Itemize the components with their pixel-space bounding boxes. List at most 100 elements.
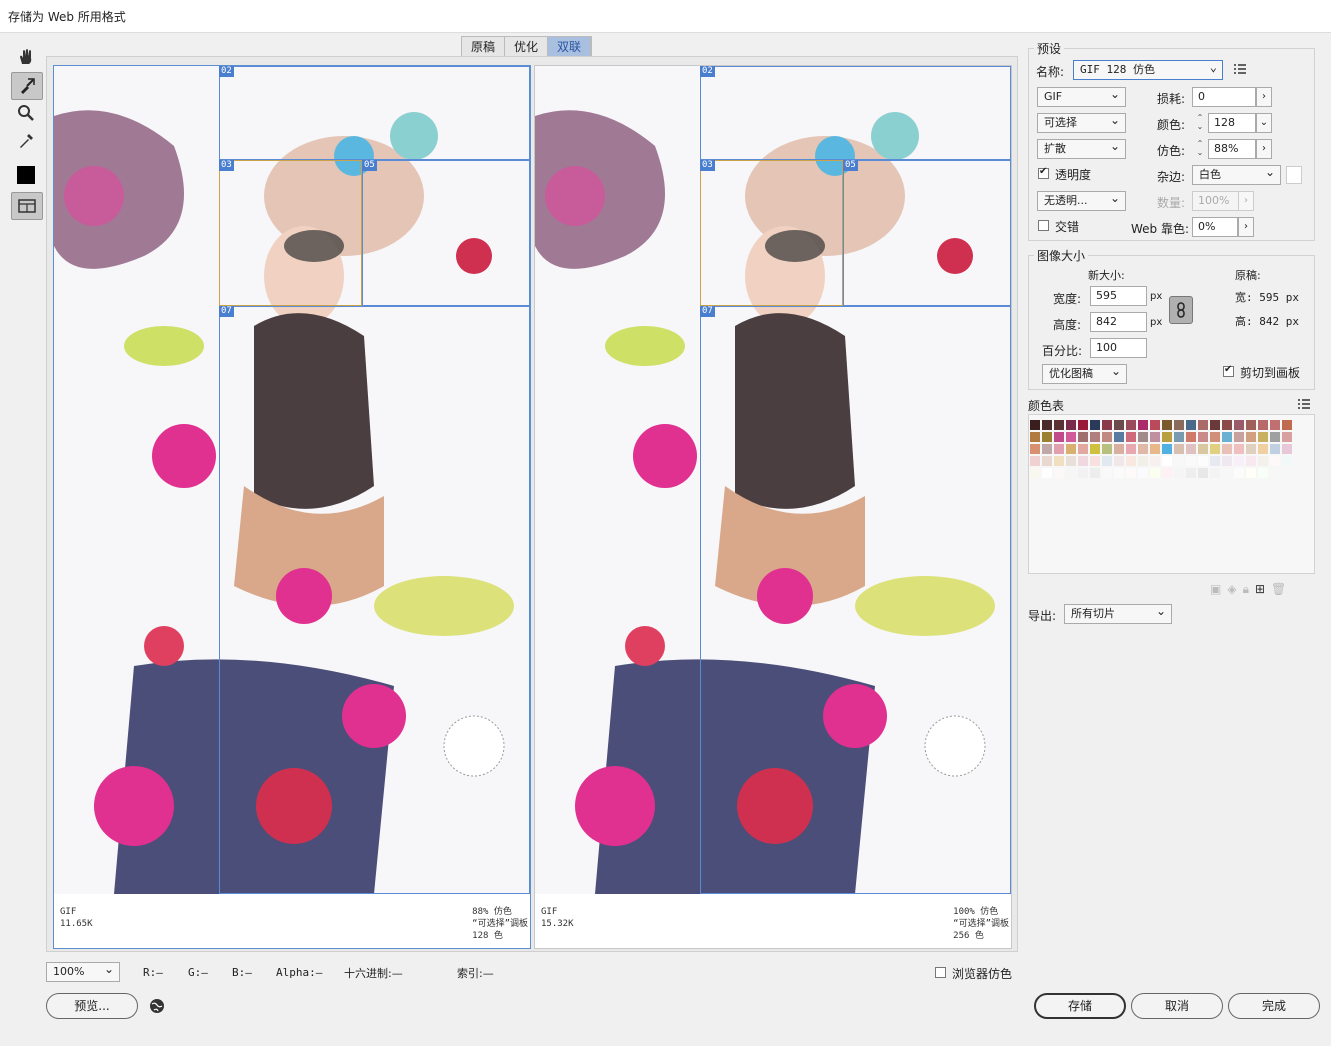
color-swatch[interactable] — [1246, 468, 1256, 478]
color-swatch[interactable] — [1174, 420, 1184, 430]
color-swatch[interactable] — [1030, 456, 1040, 466]
dither-spinner-icon[interactable]: ⌃ ⌄ — [1194, 139, 1206, 159]
color-swatch[interactable] — [1102, 468, 1112, 478]
color-swatch[interactable] — [1186, 456, 1196, 466]
color-swatch[interactable] — [1258, 456, 1268, 466]
color-swatch[interactable] — [1126, 444, 1136, 454]
transparency-dither-select[interactable]: 无透明... — [1037, 191, 1126, 211]
color-swatch[interactable] — [1090, 444, 1100, 454]
color-swatch[interactable] — [1210, 432, 1220, 442]
color-swatch[interactable] — [1066, 444, 1076, 454]
slice-03[interactable]: 03 — [700, 160, 843, 306]
color-swatch[interactable] — [1246, 420, 1256, 430]
slice-02[interactable]: 02 — [219, 66, 530, 160]
quality-select[interactable]: 优化图稿 — [1042, 364, 1127, 384]
color-swatch[interactable] — [1102, 432, 1112, 442]
color-swatch[interactable] — [1042, 468, 1052, 478]
color-swatch[interactable] — [1234, 432, 1244, 442]
color-swatch[interactable] — [1210, 468, 1220, 478]
color-swatch[interactable] — [1198, 468, 1208, 478]
color-swatch[interactable] — [1270, 456, 1280, 466]
color-swatch[interactable] — [1138, 444, 1148, 454]
color-swatch[interactable] — [1198, 420, 1208, 430]
color-swatch[interactable] — [1042, 444, 1052, 454]
color-swatch[interactable] — [1270, 444, 1280, 454]
dither-algo-select[interactable]: 扩散 — [1037, 139, 1126, 159]
color-swatch[interactable] — [1138, 456, 1148, 466]
color-swatch[interactable] — [1090, 432, 1100, 442]
dither-arrow-icon[interactable]: › — [1256, 139, 1272, 159]
color-swatch[interactable] — [1174, 468, 1184, 478]
color-swatch[interactable] — [1258, 444, 1268, 454]
color-swatch[interactable] — [1030, 444, 1040, 454]
width-field[interactable]: 595 — [1090, 286, 1147, 306]
color-swatch[interactable] — [1054, 468, 1064, 478]
slice-05[interactable]: 05 — [843, 160, 1011, 306]
height-field[interactable]: 842 — [1090, 312, 1147, 332]
color-swatch[interactable] — [1282, 444, 1292, 454]
color-swatch-icon[interactable] — [11, 162, 41, 188]
color-swatch[interactable] — [1090, 468, 1100, 478]
color-swatch[interactable] — [1246, 444, 1256, 454]
color-swatch[interactable] — [1090, 456, 1100, 466]
color-swatch[interactable] — [1066, 432, 1076, 442]
matte-select[interactable]: 白色 — [1192, 165, 1281, 185]
hand-icon[interactable] — [11, 44, 41, 70]
color-swatch[interactable] — [1042, 456, 1052, 466]
color-swatch[interactable] — [1030, 432, 1040, 442]
color-swatch[interactable] — [1222, 444, 1232, 454]
web-shift-icon[interactable]: ◈ — [1227, 582, 1236, 597]
preset-menu-icon[interactable] — [1233, 63, 1247, 78]
color-swatch[interactable] — [1114, 468, 1124, 478]
color-swatch[interactable] — [1234, 468, 1244, 478]
lock-color-icon[interactable]: 🔒︎ — [1243, 582, 1249, 597]
link-icon[interactable] — [1169, 296, 1193, 324]
colors-dropdown-icon[interactable]: ⌄ — [1256, 113, 1272, 133]
color-swatch[interactable] — [1150, 420, 1160, 430]
tab-2up[interactable]: 双联 — [548, 37, 592, 58]
color-swatch[interactable] — [1258, 420, 1268, 430]
color-swatch[interactable] — [1030, 420, 1040, 430]
color-swatch[interactable] — [1102, 420, 1112, 430]
color-swatch[interactable] — [1114, 420, 1124, 430]
colors-spinner-icon[interactable]: ⌃ ⌄ — [1194, 113, 1206, 133]
done-button[interactable]: 完成 — [1228, 993, 1320, 1019]
lossy-field[interactable]: 0 — [1192, 87, 1256, 107]
color-swatch[interactable] — [1030, 468, 1040, 478]
save-button[interactable]: 存储 — [1034, 993, 1126, 1019]
color-swatch[interactable] — [1078, 468, 1088, 478]
color-swatch[interactable] — [1162, 420, 1172, 430]
percent-field[interactable]: 100 — [1090, 338, 1147, 358]
color-swatch[interactable] — [1270, 432, 1280, 442]
color-swatch[interactable] — [1246, 432, 1256, 442]
amount-field[interactable]: 100% — [1192, 191, 1240, 211]
color-swatch[interactable] — [1222, 432, 1232, 442]
color-swatch[interactable] — [1174, 456, 1184, 466]
color-swatch[interactable] — [1222, 468, 1232, 478]
browser-dither-checkbox[interactable] — [935, 967, 946, 978]
color-swatch[interactable] — [1114, 444, 1124, 454]
color-swatch[interactable] — [1270, 420, 1280, 430]
color-swatch[interactable] — [1042, 432, 1052, 442]
color-swatch[interactable] — [1042, 420, 1052, 430]
color-swatch[interactable] — [1162, 456, 1172, 466]
color-swatch[interactable] — [1186, 432, 1196, 442]
color-swatch[interactable] — [1114, 432, 1124, 442]
add-color-icon[interactable]: ⊞ — [1255, 582, 1265, 597]
color-swatch[interactable] — [1234, 444, 1244, 454]
color-swatch[interactable] — [1210, 456, 1220, 466]
slice-02[interactable]: 02 — [700, 66, 1011, 160]
color-swatch[interactable] — [1078, 444, 1088, 454]
color-swatch[interactable] — [1234, 420, 1244, 430]
transparency-checkbox[interactable] — [1038, 166, 1049, 179]
color-swatch[interactable] — [1054, 420, 1064, 430]
color-swatch[interactable] — [1126, 468, 1136, 478]
reduction-select[interactable]: 可选择 — [1037, 113, 1126, 133]
tab-original[interactable]: 原稿 — [462, 37, 506, 58]
color-swatch[interactable] — [1138, 432, 1148, 442]
color-swatch[interactable] — [1198, 456, 1208, 466]
color-swatch[interactable] — [1234, 456, 1244, 466]
slice-07[interactable]: 07 — [219, 306, 530, 894]
color-swatch[interactable] — [1126, 420, 1136, 430]
color-swatch[interactable] — [1282, 456, 1292, 466]
